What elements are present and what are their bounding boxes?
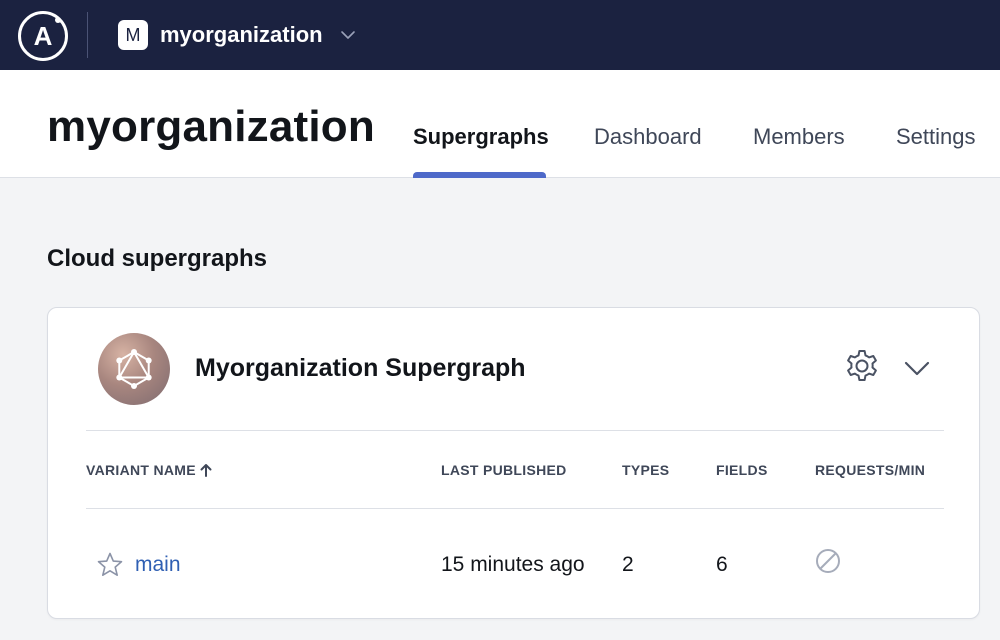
tab-dashboard[interactable]: Dashboard <box>594 124 702 150</box>
column-header-fields[interactable]: FIELDS <box>716 462 768 478</box>
top-navigation-bar: A M myorganization <box>0 0 1000 70</box>
variant-link-main[interactable]: main <box>135 553 181 577</box>
topbar-divider <box>87 12 88 58</box>
tab-settings[interactable]: Settings <box>896 124 976 150</box>
chevron-down-icon[interactable] <box>903 356 931 380</box>
graphql-icon <box>116 349 152 389</box>
section-title: Cloud supergraphs <box>47 245 268 272</box>
column-header-label: VARIANT NAME <box>86 462 196 478</box>
org-switcher[interactable]: M myorganization <box>118 19 357 51</box>
column-header-types[interactable]: TYPES <box>622 462 669 478</box>
active-tab-indicator <box>413 172 546 178</box>
org-avatar: M <box>118 20 148 50</box>
tab-members[interactable]: Members <box>753 124 845 150</box>
column-header-last-published[interactable]: LAST PUBLISHED <box>441 462 567 478</box>
arrow-up-icon <box>200 464 212 477</box>
gear-icon[interactable] <box>842 348 882 388</box>
supergraph-name[interactable]: Myorganization Supergraph <box>195 354 526 383</box>
table-header-divider <box>86 508 944 509</box>
fields-value: 6 <box>716 553 728 576</box>
apollo-logo-icon[interactable]: A <box>18 11 68 61</box>
card-divider <box>86 430 944 431</box>
types-value: 2 <box>622 553 634 576</box>
star-icon[interactable] <box>96 551 124 579</box>
apollo-logo-letter: A <box>33 20 53 51</box>
column-header-requests-min[interactable]: REQUESTS/MIN <box>815 462 925 478</box>
chevron-down-icon <box>340 31 355 39</box>
graph-avatar[interactable] <box>98 333 170 405</box>
page-header: myorganization Supergraphs Dashboard Mem… <box>0 70 1000 178</box>
last-published-value: 15 minutes ago <box>441 553 585 576</box>
tab-bar: Supergraphs Dashboard Members Settings <box>0 70 1000 178</box>
supergraph-card: Myorganization Supergraph VARIANT NAME L… <box>47 307 980 619</box>
tab-supergraphs[interactable]: Supergraphs <box>413 124 549 150</box>
org-switcher-name: myorganization <box>160 22 323 47</box>
circle-slash-icon <box>816 549 840 573</box>
column-header-variant-name[interactable]: VARIANT NAME <box>86 462 212 478</box>
